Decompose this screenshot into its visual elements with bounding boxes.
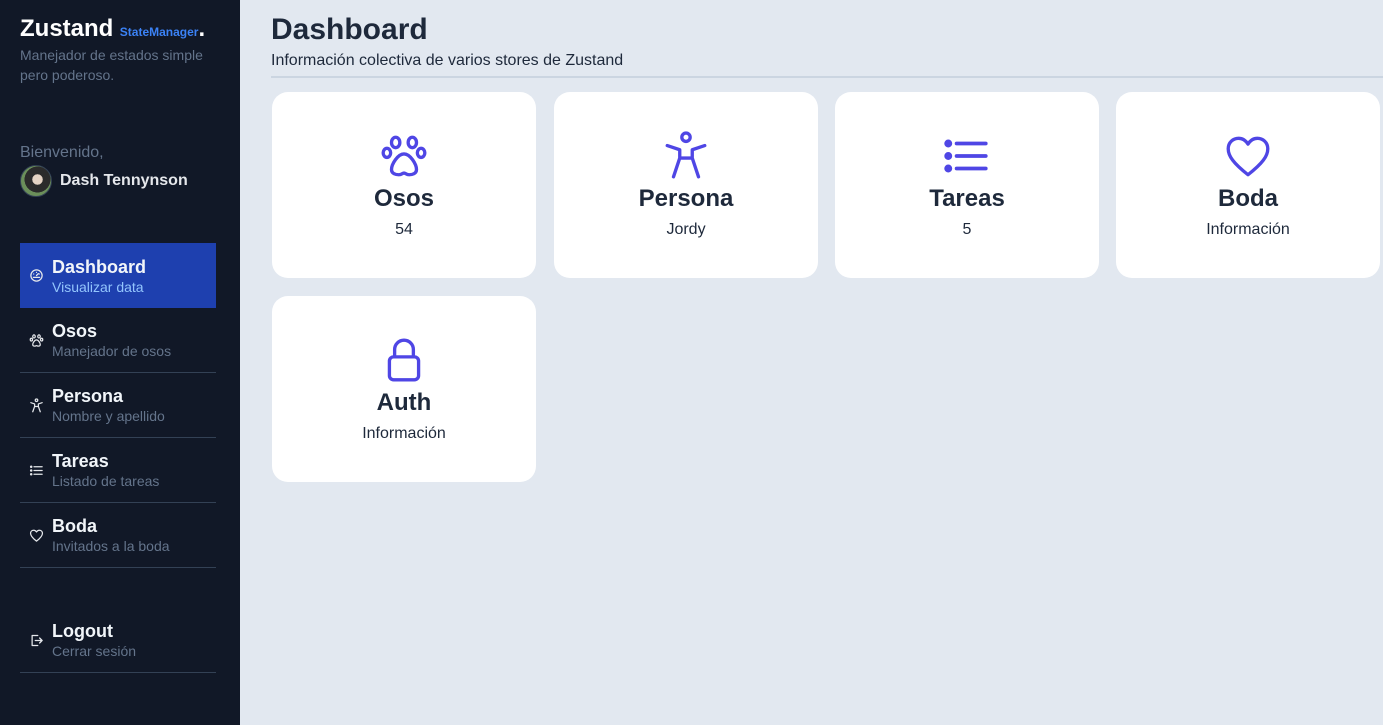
- sidebar-item-label: Persona: [52, 386, 124, 406]
- card-value: Información: [362, 425, 446, 442]
- heart-icon: [26, 528, 46, 543]
- sidebar-item-osos[interactable]: Osos Manejador de osos: [20, 308, 216, 373]
- logout-button[interactable]: Logout Cerrar sesión: [20, 608, 216, 673]
- card-tareas[interactable]: Tareas 5: [835, 92, 1099, 278]
- card-auth[interactable]: Auth Información: [272, 296, 536, 482]
- card-title: Auth: [376, 389, 432, 416]
- list-icon: [942, 131, 992, 181]
- user-profile[interactable]: Dash Tennynson: [20, 165, 188, 197]
- welcome-text: Bienvenido,: [20, 144, 104, 161]
- list-icon: [26, 463, 46, 478]
- tagline: Manejador de estados simple pero poderos…: [20, 47, 203, 83]
- sidebar-item-dashboard[interactable]: Dashboard Visualizar data: [20, 243, 216, 308]
- card-value: Información: [1206, 221, 1290, 238]
- user-name: Dash Tennynson: [60, 172, 188, 189]
- logout-label: Logout: [52, 621, 113, 641]
- card-value: Jordy: [666, 221, 706, 238]
- logout-desc: Cerrar sesión: [52, 643, 137, 659]
- sidebar-item-label: Dashboard: [52, 256, 147, 277]
- person-icon: [661, 131, 711, 181]
- heart-icon: [1223, 131, 1273, 181]
- page-subtitle: Información colectiva de varios stores d…: [271, 52, 624, 69]
- paw-icon: [26, 333, 46, 348]
- brand-subtitle: StateManager: [119, 25, 199, 39]
- sidebar-item-desc: Nombre y apellido: [52, 408, 165, 424]
- card-title: Osos: [373, 185, 435, 212]
- main-content: Dashboard Información colectiva de vario…: [255, 0, 1383, 725]
- sidebar-item-desc: Visualizar data: [52, 278, 144, 295]
- brand: Zustand StateManager.: [20, 15, 205, 43]
- avatar[interactable]: [20, 165, 52, 197]
- sidebar-item-desc: Manejador de osos: [52, 343, 172, 359]
- card-value: 5: [962, 221, 972, 238]
- brand-title: Zustand: [20, 15, 114, 42]
- sidebar-item-label: Osos: [52, 321, 98, 341]
- sidebar-item-desc: Invitados a la boda: [52, 538, 170, 554]
- sidebar-item-tareas[interactable]: Tareas Listado de tareas: [20, 438, 216, 503]
- divider: [271, 76, 1383, 78]
- card-osos[interactable]: Osos 54: [272, 92, 536, 278]
- lock-icon: [379, 335, 429, 385]
- card-title: Persona: [638, 185, 734, 212]
- card-title: Boda: [1218, 185, 1278, 212]
- logout-icon: [26, 633, 46, 648]
- card-value: 54: [395, 221, 413, 238]
- card-boda[interactable]: Boda Información: [1116, 92, 1380, 278]
- gauge-icon: [26, 268, 46, 283]
- sidebar-item-boda[interactable]: Boda Invitados a la boda: [20, 503, 216, 568]
- person-icon: [26, 397, 46, 413]
- sidebar-item-label: Boda: [52, 516, 97, 536]
- page-title: Dashboard: [271, 13, 428, 46]
- card-title: Tareas: [929, 185, 1005, 212]
- sidebar-item-desc: Listado de tareas: [52, 473, 160, 489]
- sidebar: Zustand StateManager. Manejador de estad…: [0, 0, 240, 725]
- sidebar-nav: Dashboard Visualizar data Osos Manejador…: [20, 243, 216, 568]
- card-persona[interactable]: Persona Jordy: [554, 92, 818, 278]
- paw-icon: [379, 131, 429, 181]
- sidebar-item-persona[interactable]: Persona Nombre y apellido: [20, 373, 216, 438]
- brand-dot: .: [198, 15, 206, 42]
- sidebar-item-label: Tareas: [52, 451, 109, 471]
